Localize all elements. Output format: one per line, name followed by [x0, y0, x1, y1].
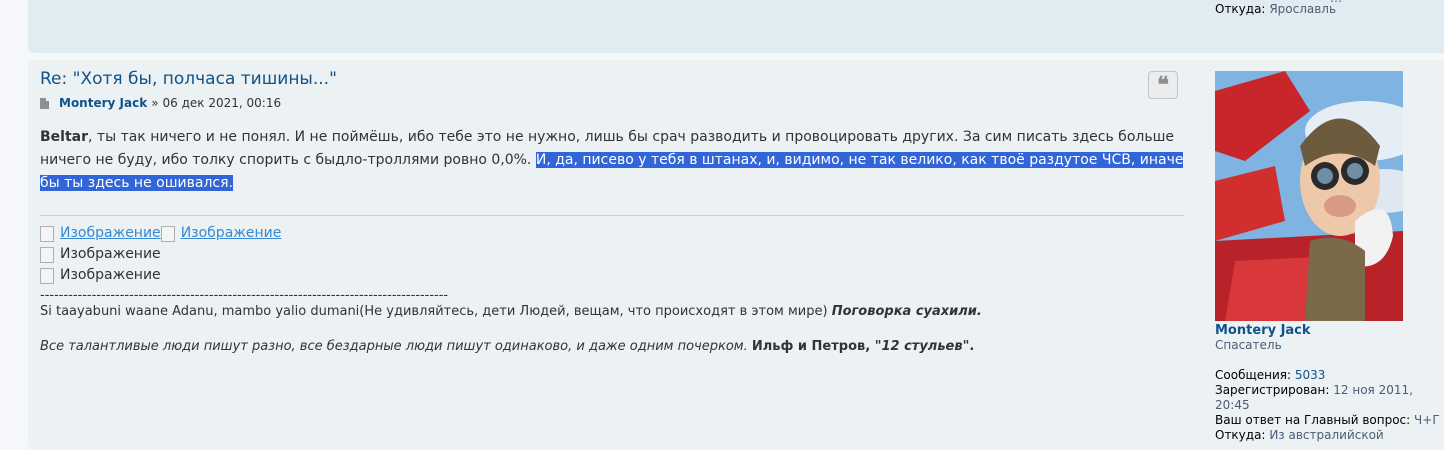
broken-image-icon: [40, 246, 54, 263]
quote-icon: ❝: [1157, 72, 1169, 98]
user-avatar[interactable]: [1215, 71, 1403, 321]
broken-image-icon: [40, 267, 54, 284]
from-label: Откуда:: [1215, 2, 1266, 16]
signature: Изображение Изображение Изображение Изоб…: [40, 222, 1185, 356]
signature-image-link[interactable]: Изображение: [160, 224, 281, 242]
post-meta: Montery Jack » 06 дек 2021, 00:16: [40, 96, 281, 110]
signature-quote: Все талантливые люди пишут разно, все бе…: [40, 339, 975, 354]
post-document-icon: [40, 97, 49, 109]
signature-divider: [40, 215, 1184, 216]
quote-button[interactable]: ❝: [1148, 71, 1178, 99]
post-author-link[interactable]: Montery Jack: [59, 96, 147, 110]
quote-source: Ильф и Петров, "12 стульев".: [751, 339, 975, 354]
signature-image: Изображение: [40, 245, 161, 263]
signature-proverb: Si taayabuni waane Adanu, mambo yalio du…: [40, 304, 982, 319]
post-title-link[interactable]: Re: "Хотя бы, полчаса тишины...": [40, 69, 337, 89]
profile-registered: Зарегистрирован: 12 ноя 2011,: [1215, 383, 1413, 397]
user-profile: Montery Jack Спасатель Сообщения: 5033 З…: [1215, 323, 1440, 443]
signature-image-row: Изображение Изображение: [40, 222, 1185, 243]
profile-posts: Сообщения: 5033: [1215, 368, 1326, 382]
previous-post-from: Откуда: Ярославль: [1215, 2, 1336, 16]
signature-image-row: Изображение: [40, 243, 1185, 264]
post-date: 06 дек 2021, 00:16: [162, 96, 282, 110]
profile-posts-link[interactable]: 5033: [1295, 368, 1326, 382]
profile-registered-time: 20:45: [1215, 398, 1250, 412]
signature-image: Изображение: [40, 266, 161, 284]
mention-username: Beltar: [40, 129, 89, 145]
signature-image-link[interactable]: Изображение: [40, 224, 161, 242]
broken-image-icon: [160, 225, 175, 242]
from-value: Ярославль: [1269, 2, 1337, 16]
broken-image-icon: [40, 225, 54, 242]
profile-rank: Спасатель: [1215, 338, 1282, 352]
proverb-source: Поговорка суахили.: [831, 304, 982, 319]
profile-question: Ваш ответ на Главный вопрос: Ч+Г: [1215, 413, 1440, 427]
signature-image-row: Изображение: [40, 264, 1185, 285]
avatar-illustration: [1215, 71, 1403, 321]
profile-username-link[interactable]: Montery Jack: [1215, 323, 1311, 338]
signature-dashes: ----------------------------------------…: [40, 288, 449, 303]
profile-from: Откуда: Из австралийской: [1215, 428, 1384, 442]
meta-separator: »: [151, 96, 159, 110]
post-body: Beltar, ты так ничего и не понял. И не п…: [40, 126, 1185, 195]
